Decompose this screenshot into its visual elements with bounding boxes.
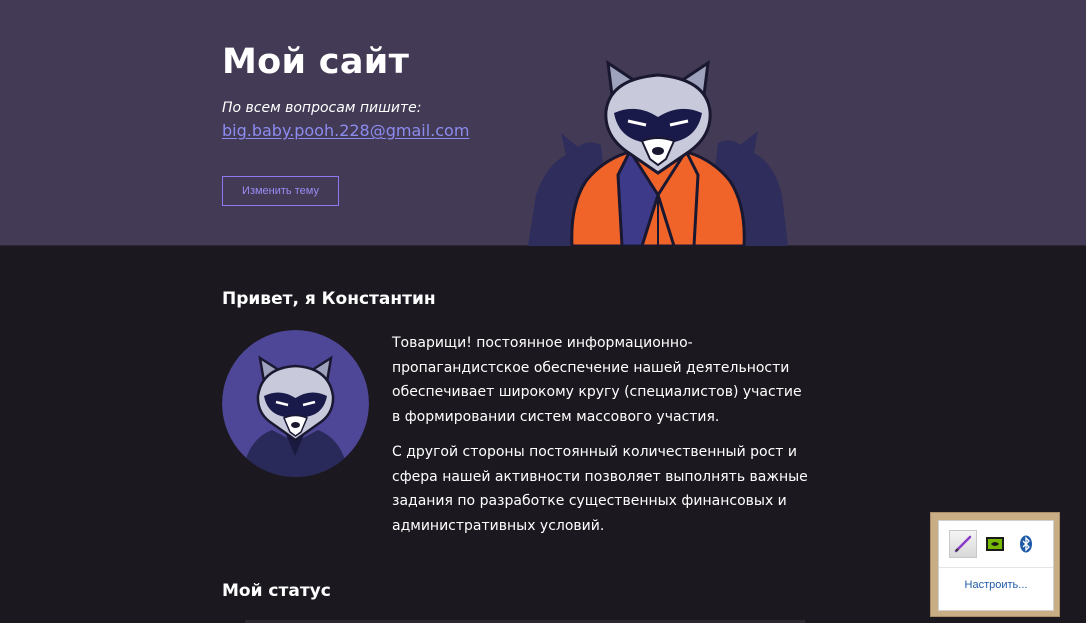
bluetooth-icon[interactable] xyxy=(1012,530,1040,558)
intro-title: Привет, я Константин xyxy=(222,289,436,309)
avatar xyxy=(222,330,369,477)
intro-text: Товарищи! постоянное информационно-пропа… xyxy=(392,331,812,549)
intro-paragraph: Товарищи! постоянное информационно-пропа… xyxy=(392,335,802,425)
raccoon-hero-illustration xyxy=(528,59,788,246)
system-tray-popup: Настроить... xyxy=(930,512,1060,617)
tray-icon-row xyxy=(939,521,1053,568)
nvidia-icon[interactable] xyxy=(981,530,1009,558)
contact-label: По всем вопросам пишите: xyxy=(222,100,422,116)
pen-icon[interactable] xyxy=(949,530,977,558)
status-title: Мой статус xyxy=(222,581,331,601)
tray-customize-link[interactable]: Настроить... xyxy=(939,579,1053,591)
contact-email-link[interactable]: big.baby.pooh.228@gmail.com xyxy=(222,121,469,140)
intro-paragraph: С другой стороны постоянный количественн… xyxy=(392,444,808,534)
tray-panel: Настроить... xyxy=(938,520,1054,611)
site-title: Мой сайт xyxy=(222,42,410,82)
site-header: Мой сайт По всем вопросам пишите: big.ba… xyxy=(0,0,1086,246)
change-theme-button[interactable]: Изменить тему xyxy=(222,176,339,206)
raccoon-avatar-icon xyxy=(222,330,369,477)
